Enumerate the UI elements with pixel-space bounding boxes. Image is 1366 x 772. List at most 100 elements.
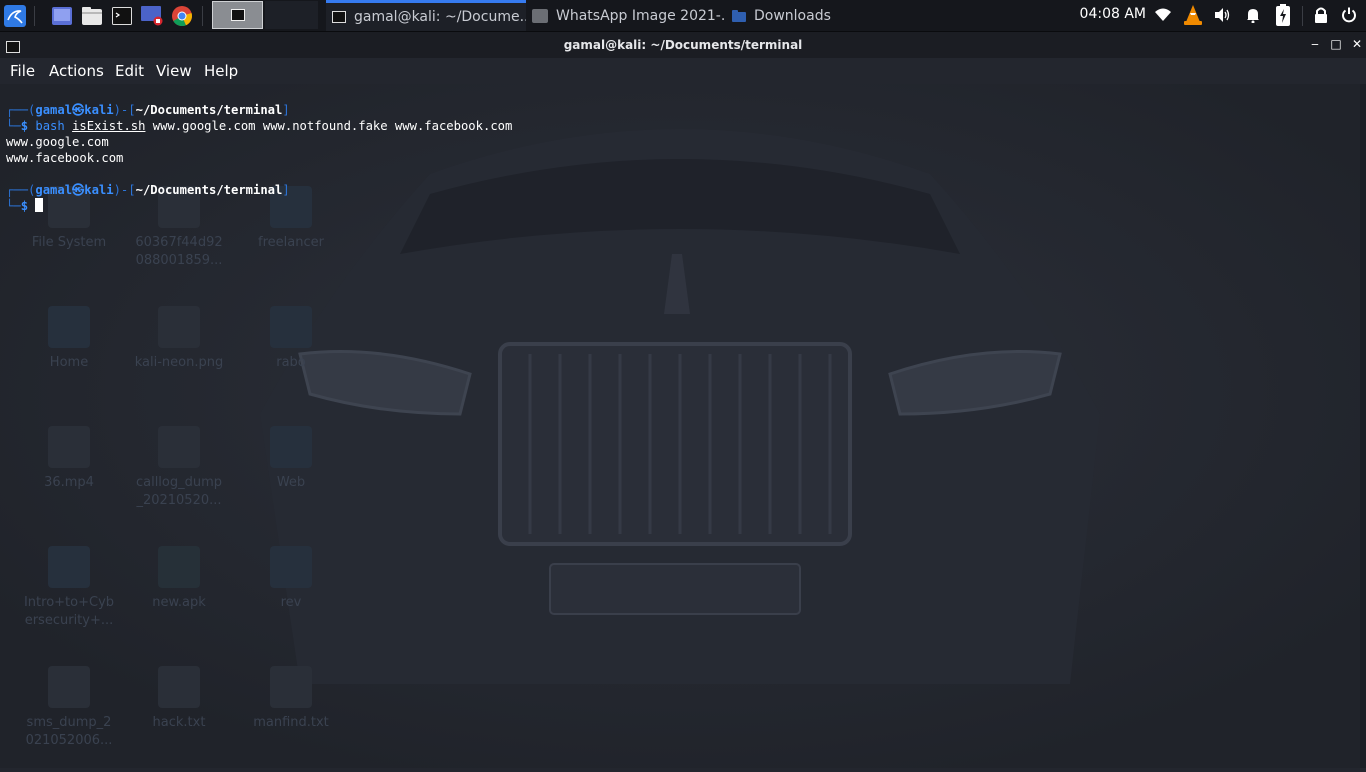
chrome-launcher-button[interactable]: [170, 3, 194, 28]
window-title-bar[interactable]: gamal@kali: ~/Documents/terminal ‒ □ ✕: [0, 32, 1366, 58]
prompt-host: kali: [84, 183, 114, 197]
show-desktop-button[interactable]: [50, 3, 74, 28]
volume-icon[interactable]: [1212, 4, 1234, 26]
workspace-switcher-2[interactable]: [265, 1, 318, 29]
clock[interactable]: 04:08 AM: [1080, 6, 1146, 22]
prompt-corner: └─: [6, 199, 21, 213]
kali-menu-button[interactable]: [2, 3, 28, 28]
text-file-icon: [158, 666, 200, 708]
terminal-scrollbar[interactable]: [1360, 84, 1366, 768]
prompt-at: ㉿: [72, 183, 85, 197]
prompt-separator: )-[: [113, 183, 136, 197]
maximize-button[interactable]: □: [1329, 37, 1343, 51]
taskbar-item-terminal[interactable]: gamal@kali: ~/Docume...: [326, 0, 526, 31]
terminal-cursor: [35, 198, 44, 212]
desktop-icon-manfind-txt[interactable]: manfind.txt: [236, 666, 346, 732]
chrome-icon: [172, 5, 192, 26]
folder-icon: [270, 426, 312, 468]
output-line: www.facebook.com: [6, 151, 124, 165]
prompt-bracket: ]: [282, 183, 290, 197]
menu-actions[interactable]: Actions: [49, 62, 104, 80]
desktop-icon: [52, 6, 72, 25]
desktop-icon-label: calllog_dump _20210520...: [135, 475, 223, 508]
desktop-icon-video[interactable]: 36.mp4: [14, 426, 124, 492]
desktop-icon-sms-dump[interactable]: sms_dump_2 021052006...: [14, 666, 124, 750]
power-icon[interactable]: [1338, 4, 1360, 26]
apk-file-icon: [158, 546, 200, 588]
file-manager-icon: [82, 6, 102, 25]
terminal-output[interactable]: ┌──(gamal㉿kali)-[~/Documents/terminal] └…: [6, 102, 512, 214]
desktop-icon-label: new.apk: [152, 595, 206, 610]
desktop-icon-kali-neon[interactable]: kali-neon.png: [124, 306, 234, 372]
prompt-path: ~/Documents/terminal: [135, 103, 283, 117]
taskbar-item-label: Downloads: [754, 7, 831, 24]
text-file-icon: [48, 666, 90, 708]
menu-view[interactable]: View: [156, 62, 192, 80]
home-folder-icon: [48, 306, 90, 348]
notification-icon[interactable]: [1242, 4, 1264, 26]
desktop-icon-label: File System: [31, 235, 107, 250]
pdf-file-icon: [48, 546, 90, 588]
output-line: www.google.com: [6, 135, 109, 149]
taskbar-item-whatsapp-image[interactable]: WhatsApp Image 2021-...: [526, 0, 726, 31]
screen-recorder-icon: [141, 5, 163, 25]
prompt-bracket: ]: [282, 103, 290, 117]
text-file-icon: [270, 666, 312, 708]
desktop-icon-calllog[interactable]: calllog_dump _20210520...: [124, 426, 234, 510]
text-file-icon: [158, 426, 200, 468]
wifi-icon[interactable]: [1152, 4, 1174, 26]
desktop-icon-intro-cyber[interactable]: Intro+to+Cyb ersecurity+...: [14, 546, 124, 630]
desktop-icon-label: manfind.txt: [253, 715, 329, 730]
maximize-icon: □: [1330, 37, 1342, 51]
command-script: isExist.sh: [72, 119, 146, 133]
desktop-icon-label: 60367f44d92 088001859...: [135, 235, 223, 268]
desktop-icon-hack-txt[interactable]: hack.txt: [124, 666, 234, 732]
taskbar-item-label: WhatsApp Image 2021-...: [556, 7, 726, 24]
close-icon: ✕: [1351, 37, 1363, 51]
taskbar-item-downloads[interactable]: Downloads: [726, 0, 926, 31]
desktop-icon-web[interactable]: Web: [236, 426, 346, 492]
kali-menu-icon: [4, 4, 26, 27]
workspace-switcher-1[interactable]: [212, 1, 263, 29]
desktop-icon-apk[interactable]: new.apk: [124, 546, 234, 612]
desktop-icon-label: hack.txt: [152, 715, 206, 730]
desktop-icon-rev[interactable]: rev: [236, 546, 346, 612]
prompt-corner: └─: [6, 119, 21, 133]
panel-separator: [34, 6, 35, 26]
close-button[interactable]: ✕: [1350, 37, 1364, 51]
image-file-icon: [158, 306, 200, 348]
desktop-icon-label: freelancer: [258, 235, 324, 250]
desktop-icon-label: 36.mp4: [44, 475, 94, 490]
panel-separator: [202, 6, 203, 26]
desktop-icon-label: Web: [276, 475, 306, 490]
menu-help[interactable]: Help: [204, 62, 238, 80]
file-manager-button[interactable]: [80, 3, 104, 28]
vlc-icon[interactable]: [1182, 4, 1204, 26]
taskbar-item-label: gamal@kali: ~/Docume...: [354, 9, 526, 25]
menu-edit[interactable]: Edit: [115, 62, 144, 80]
desktop-icon-home[interactable]: Home: [14, 306, 124, 372]
prompt-user: gamal: [35, 103, 73, 117]
menu-file[interactable]: File: [10, 62, 35, 80]
desktop-icon-label: Home: [49, 355, 89, 370]
terminal-icon: [332, 11, 346, 23]
lock-icon[interactable]: [1310, 4, 1332, 26]
minimize-button[interactable]: ‒: [1308, 37, 1322, 51]
top-panel: gamal@kali: ~/Docume... WhatsApp Image 2…: [0, 0, 1366, 32]
prompt-corner: ┌──(: [6, 183, 36, 197]
desktop-icon-rabo[interactable]: rabo: [236, 306, 346, 372]
desktop-icon-label: sms_dump_2 021052006...: [25, 715, 113, 748]
desktop-icon-label: kali-neon.png: [134, 355, 224, 370]
image-icon: [532, 8, 548, 23]
video-file-icon: [48, 426, 90, 468]
prompt-user: gamal: [35, 183, 73, 197]
screen-recorder-button[interactable]: [140, 3, 164, 28]
folder-icon: [270, 546, 312, 588]
prompt-corner: ┌──(: [6, 103, 36, 117]
prompt-symbol: $: [20, 199, 29, 213]
battery-icon[interactable]: [1272, 4, 1294, 26]
menu-bar: File Actions Edit View Help: [0, 58, 1366, 84]
prompt-host: kali: [84, 103, 114, 117]
terminal-icon: [230, 9, 245, 21]
terminal-launcher-button[interactable]: [110, 3, 134, 28]
